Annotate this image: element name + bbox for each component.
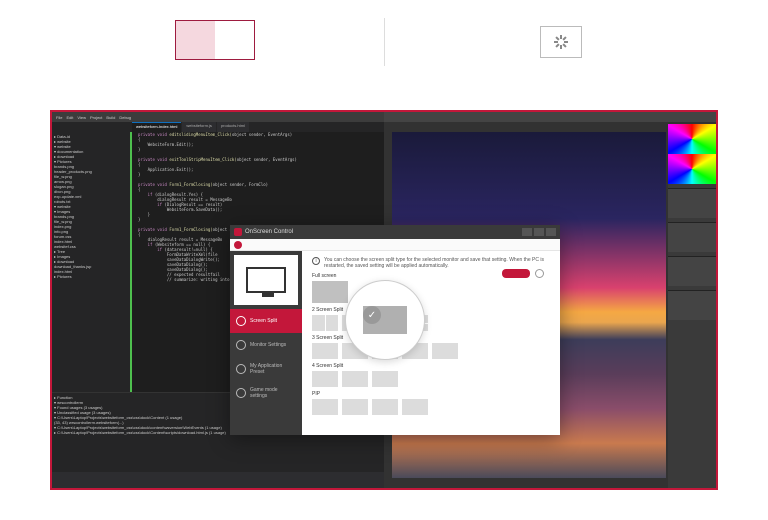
sidebar-item-game-mode[interactable]: Game mode settings: [230, 381, 302, 405]
sidebar-item-screen-split[interactable]: Screen Split: [230, 309, 302, 333]
menu-item[interactable]: Project: [90, 115, 102, 120]
grid-icon: [236, 316, 246, 326]
layout-pip-c[interactable]: [372, 399, 398, 415]
app-icon: [234, 228, 242, 236]
editor-tabs: websiteform-Index.html websiteform.js pr…: [52, 122, 384, 132]
swatch-inactive: [215, 21, 254, 59]
monitor-icon: [246, 267, 286, 293]
editor-tab[interactable]: websiteform.js: [182, 122, 216, 132]
dismiss-button[interactable]: [535, 269, 544, 278]
monitor-preview: [234, 255, 298, 305]
close-button[interactable]: [546, 228, 556, 236]
dialog-description: You can choose the screen split type for…: [324, 257, 550, 269]
gear-icon: [236, 340, 246, 350]
photo-side-panels: [668, 124, 716, 488]
color-swatches-panel[interactable]: [668, 124, 716, 184]
apply-all-button[interactable]: [502, 269, 530, 278]
sidebar-item-monitor-settings[interactable]: Monitor Settings: [230, 333, 302, 357]
game-icon: [236, 388, 246, 398]
section-4-split: 4 Screen Split: [312, 363, 550, 369]
sidebar-item-app-preset[interactable]: My Application Preset: [230, 357, 302, 381]
diff-gutter: [130, 132, 136, 392]
layout-4-a[interactable]: [312, 371, 338, 387]
adjustments-panel[interactable]: [668, 188, 716, 218]
menu-item[interactable]: Build: [106, 115, 115, 120]
menu-item[interactable]: Edit: [66, 115, 73, 120]
layout-2-vertical[interactable]: [312, 315, 338, 331]
section-pip: PIP: [312, 391, 550, 397]
maximize-button[interactable]: [534, 228, 544, 236]
sidebar-label: Game mode settings: [250, 387, 296, 399]
layout-3-a[interactable]: [312, 343, 338, 359]
layout-pip-d[interactable]: [402, 399, 428, 415]
properties-panel[interactable]: [668, 290, 716, 320]
sidebar-label: Monitor Settings: [250, 342, 286, 348]
project-tree[interactable]: ▸ Data-id▸ website▾ website ▾ documentat…: [52, 132, 130, 392]
editor-tab[interactable]: websiteform-Index.html: [132, 122, 181, 132]
layers-panel[interactable]: [668, 222, 716, 252]
magnifier-lens: ✓: [345, 280, 425, 360]
loading-indicator-box: [540, 26, 582, 58]
check-icon: ✓: [363, 306, 381, 324]
toolbar-divider: [384, 18, 385, 66]
swatch-active: [176, 21, 215, 59]
dialog-titlebar[interactable]: OnScreen Control: [230, 225, 560, 239]
layout-4-b[interactable]: [342, 371, 368, 387]
color-swatch-pair[interactable]: [175, 20, 255, 60]
loading-spinner-icon: [554, 35, 568, 49]
photo-menubar[interactable]: [384, 112, 716, 122]
tree-node[interactable]: ▸ Pictures: [54, 274, 128, 279]
magnified-layout-option[interactable]: ✓: [363, 306, 407, 334]
menu-item[interactable]: File: [56, 115, 62, 120]
layout-pip-b[interactable]: [342, 399, 368, 415]
sidebar-label: My Application Preset: [250, 363, 296, 375]
minimize-button[interactable]: [522, 228, 532, 236]
menu-item[interactable]: View: [77, 115, 86, 120]
editor-tab[interactable]: products.html: [217, 122, 249, 132]
preset-icon: [236, 364, 246, 374]
ide-menubar[interactable]: File Edit View Project Build Debug: [52, 112, 384, 122]
info-icon: i: [312, 257, 320, 265]
dialog-title: OnScreen Control: [245, 229, 293, 235]
dialog-content: i You can choose the screen split type f…: [302, 251, 560, 435]
dialog-ribbon: [230, 239, 560, 251]
layout-4-c[interactable]: [372, 371, 398, 387]
layout-fullscreen[interactable]: [312, 281, 348, 303]
menu-item[interactable]: Debug: [119, 115, 131, 120]
ribbon-indicator-icon: [234, 241, 242, 249]
sidebar-label: Screen Split: [250, 318, 277, 324]
history-panel[interactable]: [668, 256, 716, 286]
dialog-sidebar: Screen Split Monitor Settings My Applica…: [230, 251, 302, 435]
layout-3-e[interactable]: [432, 343, 458, 359]
layout-pip-a[interactable]: [312, 399, 338, 415]
